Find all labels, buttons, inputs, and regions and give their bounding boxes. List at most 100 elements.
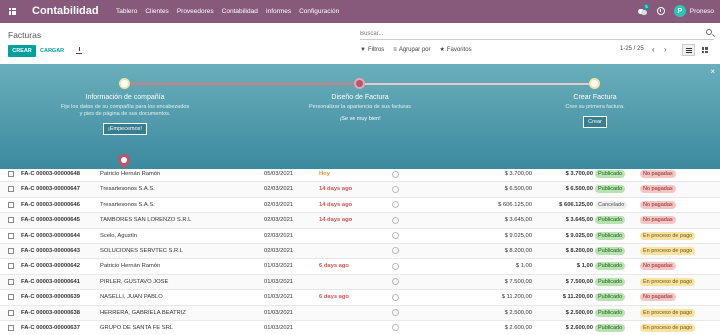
table-row[interactable]: FA-C 00003-00000647 Tresartesonos S.A.S. 0… — [0, 182, 720, 198]
invoice-date: 05/03/2021 — [264, 171, 294, 177]
activity-clock-icon[interactable] — [392, 324, 399, 332]
row-checkbox[interactable] — [8, 324, 14, 331]
row-checkbox[interactable] — [8, 309, 14, 316]
lets-start-button[interactable]: ¡Empecemos! — [103, 123, 147, 135]
step-title: Información de compañía — [85, 94, 165, 101]
progress-line-pending — [360, 83, 595, 85]
app-title[interactable]: Contabilidad — [32, 5, 99, 17]
row-checkbox[interactable] — [8, 263, 14, 270]
pager-previous-icon[interactable]: ‹ — [652, 45, 655, 54]
step-3-dot — [589, 78, 600, 89]
user-menu[interactable]: P Proneso — [673, 5, 714, 17]
invoice-date: 02/03/2021 — [264, 217, 294, 224]
table-row[interactable]: FA-C 00003-00000643 SOLUCIONES SERVTEC S.… — [0, 243, 720, 260]
status-badge: Publicado — [595, 293, 626, 302]
group-by-button[interactable]: ≡ Agrupar por — [393, 46, 430, 53]
filters-button[interactable]: ▼ Filtros — [360, 46, 384, 53]
search-options: ▼ Filtros ≡ Agrupar por ★ Favoritos — [360, 46, 472, 54]
activity-clock-icon[interactable] — [392, 309, 399, 317]
status-badge: Publicado — [595, 262, 626, 271]
current-step-pin-icon — [115, 151, 133, 169]
invoice-number: FA-C 00003-00000647 — [21, 186, 80, 193]
activity-clock-icon[interactable] — [392, 232, 399, 240]
search-input[interactable] — [360, 28, 700, 39]
table-row[interactable]: FA-C 00003-00000648 Patricio Hernán Ramón… — [0, 167, 720, 183]
download-icon[interactable] — [76, 47, 82, 54]
load-button[interactable]: CARGAR — [40, 45, 64, 57]
activity-clock-icon[interactable] — [392, 201, 399, 209]
chat-badge: 5 — [643, 3, 650, 10]
menu-item-tablero[interactable]: Tablero — [116, 8, 137, 15]
menu-item-proveedores[interactable]: Proveedores — [177, 8, 214, 15]
search-icon[interactable] — [706, 29, 712, 35]
table-row[interactable]: FA-C 00003-00000646 Tresartesonos S.A.S. 0… — [0, 198, 720, 214]
kanban-view-icon[interactable] — [698, 44, 711, 56]
step-company-info: Información de compañía Fije los datos d… — [60, 94, 190, 135]
tax-excluded-amount: $ 6.500,00 — [504, 186, 532, 193]
tax-excluded-amount: $ 1,00 — [515, 263, 532, 270]
activity-clock-icon[interactable] — [392, 170, 399, 178]
total-amount: $ 9.025,00 — [565, 232, 593, 239]
row-checkbox[interactable] — [8, 171, 14, 177]
activity-clock-icon[interactable] — [392, 262, 399, 270]
activity-clock-icon[interactable] — [392, 216, 399, 224]
tax-excluded-amount: $ 9.025,00 — [504, 232, 532, 239]
menu-item-contabilidad[interactable]: Contabilidad — [222, 8, 258, 15]
pager-next-icon[interactable]: › — [664, 45, 667, 54]
partner-name: SOLUCIONES SERVTEC S.R.L — [100, 247, 184, 254]
row-checkbox[interactable] — [8, 294, 14, 301]
table-row[interactable]: FA-C 00003-00000639 NASELLI, JUAN PABLO 01… — [0, 290, 720, 306]
menu-item-informes[interactable]: Informes — [266, 8, 291, 15]
table-row[interactable]: FA-C 00003-00000644 Scelo, Agustín 02/03/2… — [0, 229, 720, 244]
menu-item-configuracion[interactable]: Configuración — [299, 8, 339, 15]
close-icon[interactable]: × — [710, 67, 715, 76]
row-checkbox[interactable] — [8, 247, 14, 254]
due-date: Hoy — [319, 171, 330, 177]
row-checkbox[interactable] — [8, 232, 14, 239]
invoice-date: 01/03/2021 — [264, 324, 294, 331]
table-row[interactable]: FA-C 00003-00000638 HERRERA, GABRIELA BEA… — [0, 305, 720, 321]
row-checkbox[interactable] — [8, 217, 14, 224]
invoice-date: 01/03/2021 — [264, 263, 294, 270]
row-checkbox[interactable] — [8, 201, 14, 208]
activity-clock-icon[interactable] — [656, 7, 665, 15]
tax-excluded-amount: $ 3.700,00 — [504, 171, 532, 177]
table-row[interactable]: FA-C 00003-00000645 TAMBORES SAN LORENZO … — [0, 213, 720, 229]
create-button[interactable]: CREAR — [8, 45, 36, 57]
activity-clock-icon[interactable] — [392, 293, 399, 301]
payment-status-badge: En proceso de pago — [640, 323, 696, 332]
status-badge: Cancelado — [595, 200, 628, 209]
breadcrumb: Facturas — [8, 30, 42, 40]
row-checkbox[interactable] — [8, 278, 14, 285]
chat-icon[interactable]: 5 — [637, 3, 650, 16]
step-description: Fije los datos de su compañía para los e… — [60, 104, 190, 117]
pager-value[interactable]: 1-25 / 25 — [620, 46, 644, 52]
due-date: 14 days ago — [319, 201, 353, 208]
invoice-date: 01/03/2021 — [264, 294, 294, 301]
step-description: Cree su primera factura. — [565, 104, 625, 110]
invoice-date: 02/03/2021 — [264, 201, 294, 208]
create-invoice-button[interactable]: Crear — [583, 116, 607, 128]
tax-excluded-amount: $ 3.645,00 — [504, 217, 532, 224]
row-checkbox[interactable] — [8, 186, 14, 193]
activity-clock-icon[interactable] — [392, 185, 399, 193]
payment-status-badge: No pagadas — [640, 170, 676, 178]
status-badge: Publicado — [595, 216, 626, 225]
total-amount: $ 2.500,00 — [565, 309, 593, 316]
looks-great-link[interactable]: ¡Se ve muy bien! — [339, 116, 380, 122]
favorites-button[interactable]: ★ Favoritos — [440, 46, 472, 54]
step-2-dot — [354, 78, 365, 89]
partner-name: PIRLER, GUSTAVO JOSE — [100, 278, 169, 285]
table-row[interactable]: FA-C 00003-00000637 GRUPO DE SANTA FE SRL… — [0, 321, 720, 335]
apps-menu-icon[interactable] — [9, 8, 16, 15]
partner-name: Tresartesonos S.A.S. — [100, 186, 155, 193]
activity-clock-icon[interactable] — [392, 247, 399, 255]
partner-name: Tresartesonos S.A.S. — [100, 201, 155, 208]
list-view-icon[interactable] — [682, 44, 695, 56]
partner-name: NASELLI, JUAN PABLO — [100, 294, 163, 301]
activity-clock-icon[interactable] — [392, 278, 399, 286]
menu-item-clientes[interactable]: Clientes — [145, 8, 168, 15]
step-title: Crear Factura — [573, 94, 617, 101]
table-row[interactable]: FA-C 00003-00000641 PIRLER, GUSTAVO JOSE 0… — [0, 274, 720, 291]
table-row[interactable]: FA-C 00003-00000642 Patricio Hernán Ramón… — [0, 259, 720, 275]
